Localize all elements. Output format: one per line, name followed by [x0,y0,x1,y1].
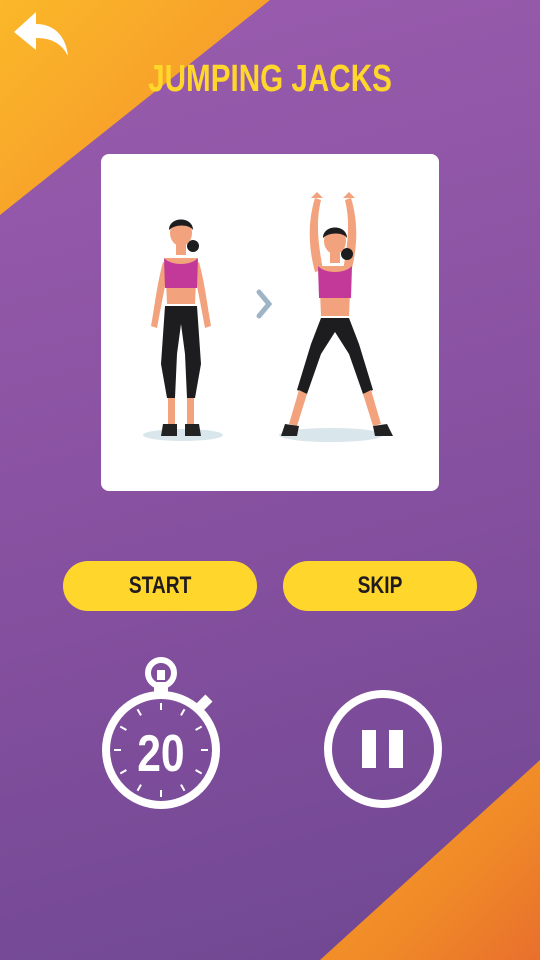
timer-value: 20 [137,725,185,783]
page-title: JUMPING JACKS [148,58,392,100]
skip-button[interactable]: SKIP [283,561,477,611]
exercise-illustration-card [101,154,439,491]
pause-icon [324,690,442,808]
figure-standing [143,219,223,441]
skip-button-label: SKIP [357,572,403,599]
figure-jumping [279,192,393,442]
chevron-right-icon [256,289,273,319]
start-button[interactable]: START [63,561,257,611]
start-button-label: START [128,572,192,599]
jumping-jacks-illustration [143,192,393,442]
back-button[interactable] [10,8,74,64]
back-arrow-icon [14,12,68,56]
timer: 20 [96,656,226,816]
pause-button[interactable] [322,688,444,810]
